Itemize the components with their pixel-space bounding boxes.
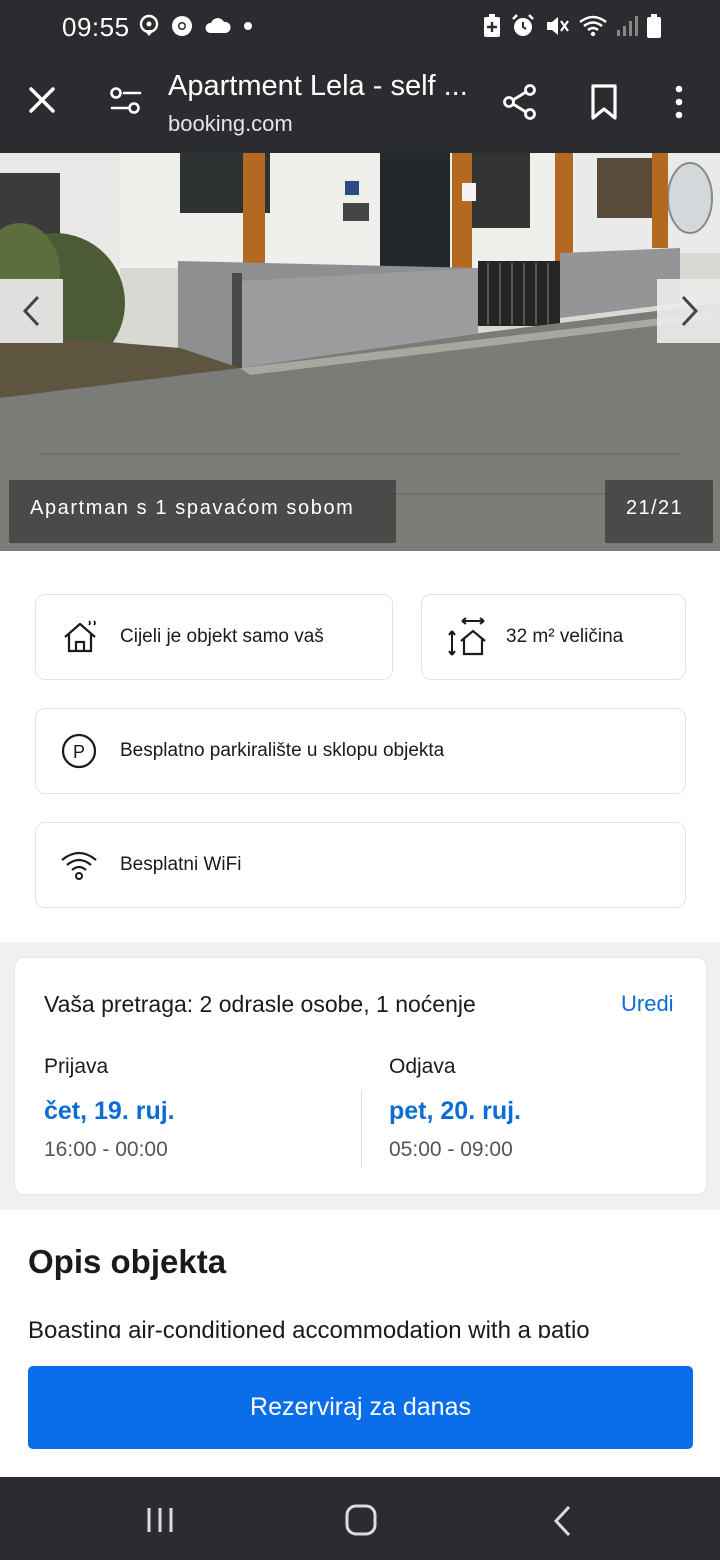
search-summary: Vaša pretraga: 2 odrasle osobe, 1 noćenj…	[44, 991, 476, 1017]
status-right-icons	[482, 13, 662, 39]
mute-icon	[547, 17, 569, 35]
photo-caption: Apartman s 1 spavaćom sobom	[9, 480, 396, 543]
page-settings-icon[interactable]	[104, 80, 148, 124]
svg-text:P: P	[73, 742, 85, 762]
status-left-icons	[138, 14, 254, 38]
facility-label: Besplatno parkiralište u sklopu objekta	[120, 740, 445, 761]
checkout-time: 05:00 - 09:00	[389, 1138, 513, 1161]
chrome-icon	[172, 16, 192, 36]
wifi-icon	[579, 15, 607, 37]
previous-photo-button[interactable]	[0, 279, 63, 343]
photo-counter: 21/21	[605, 480, 713, 543]
status-bar: 09:55	[0, 0, 720, 56]
facility-card-size: 32 m² veličina	[421, 594, 686, 680]
parking-icon: P	[61, 733, 97, 769]
page-title: Apartment Lela - self ...	[168, 70, 468, 102]
cloud-icon	[205, 18, 231, 33]
facility-card-parking: P Besplatno parkiralište u sklopu objekt…	[35, 708, 686, 794]
signal-icon	[617, 16, 638, 36]
wifi-icon	[61, 851, 97, 880]
facility-card-entire-place: Cijeli je objekt samo vaš	[35, 594, 393, 680]
system-navigation-bar	[0, 1477, 720, 1560]
bottom-action-bar: Rezerviraj za danas	[0, 1338, 720, 1478]
checkin-date[interactable]: čet, 19. ruj.	[44, 1097, 175, 1126]
checkout-label: Odjava	[389, 1055, 456, 1078]
battery-icon	[647, 14, 661, 38]
next-photo-button[interactable]	[657, 279, 720, 343]
facility-card-wifi: Besplatni WiFi	[35, 822, 686, 908]
divider	[361, 1090, 362, 1168]
chevron-right-icon	[681, 295, 698, 327]
dot-icon	[244, 22, 252, 30]
location-icon	[139, 14, 159, 36]
bookmark-icon[interactable]	[586, 82, 622, 122]
battery-saver-icon	[484, 14, 500, 37]
custom-tab-toolbar: Apartment Lela - self ... booking.com	[0, 56, 720, 153]
facility-label: Cijeli je objekt samo vaš	[120, 626, 324, 647]
reserve-button[interactable]: Rezerviraj za danas	[28, 1366, 693, 1449]
alarm-icon	[512, 14, 534, 36]
back-icon[interactable]	[552, 1505, 574, 1537]
photo-gallery[interactable]: Apartman s 1 spavaćom sobom 21/21	[0, 153, 720, 551]
checkin-label: Prijava	[44, 1055, 109, 1078]
chevron-left-icon	[22, 295, 39, 327]
checkout-date[interactable]: pet, 20. ruj.	[389, 1097, 521, 1126]
search-summary-card: Vaša pretraga: 2 odrasle osobe, 1 noćenj…	[14, 957, 707, 1195]
share-icon[interactable]	[500, 82, 540, 122]
description-heading: Opis objekta	[28, 1243, 227, 1280]
house-icon	[64, 620, 96, 653]
close-icon[interactable]	[22, 80, 62, 120]
status-time: 09:55	[62, 12, 130, 42]
home-icon[interactable]	[345, 1504, 377, 1536]
edit-search-link[interactable]: Uredi	[621, 991, 674, 1017]
more-options-icon[interactable]	[664, 82, 694, 122]
size-icon	[448, 617, 486, 656]
facility-label: 32 m² veličina	[506, 626, 624, 647]
checkin-time: 16:00 - 00:00	[44, 1138, 168, 1161]
facility-label: Besplatni WiFi	[120, 854, 242, 875]
recent-apps-icon[interactable]	[145, 1506, 175, 1534]
page-url[interactable]: booking.com	[168, 111, 293, 137]
description-text: Boasting air-conditioned accommodation w…	[28, 1317, 590, 1339]
